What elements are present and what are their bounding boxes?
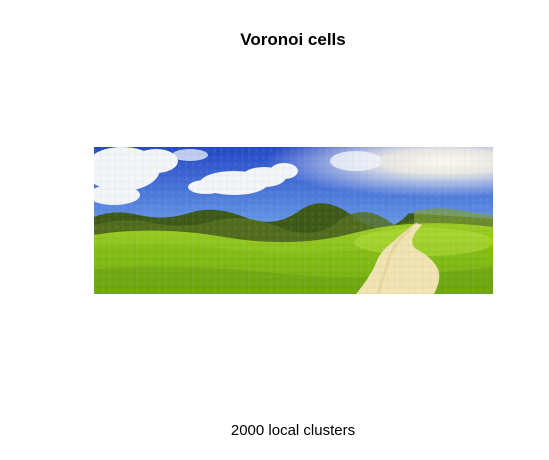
voronoi-image bbox=[94, 147, 493, 294]
voronoi-landscape bbox=[94, 147, 493, 294]
figure-caption: 2000 local clusters bbox=[230, 422, 356, 439]
voronoi-cell-overlay bbox=[94, 147, 493, 294]
figure-title: Voronoi cells bbox=[240, 30, 346, 49]
